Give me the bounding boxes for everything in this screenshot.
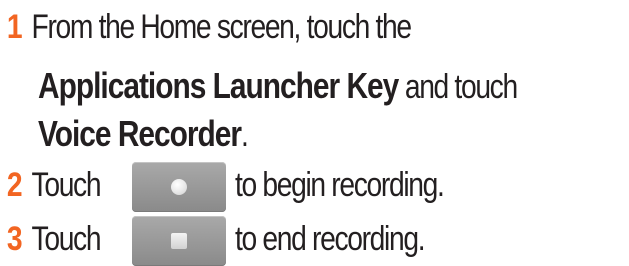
step-3-rest: to end recording. <box>235 220 426 258</box>
stop-button-icon <box>132 216 226 266</box>
step-3-touch-word: Touch <box>31 220 102 258</box>
step-1-period: . <box>241 116 249 154</box>
step-3-touch: 3 Touch <box>0 220 102 258</box>
step-1-line-3: Voice Recorder. <box>38 113 249 154</box>
step-1-line-2: Applications Launcher Key and touch <box>38 65 518 106</box>
step-3-number: 3 <box>6 220 23 258</box>
record-dot-icon <box>171 179 187 195</box>
step-2-rest: to begin recording. <box>235 166 445 204</box>
record-button-icon <box>132 162 226 212</box>
step-3-rest-text: to end recording. <box>235 220 426 258</box>
step-1-number: 1 <box>6 8 23 46</box>
step-1-line-1: 1 From the Home screen, touch the <box>0 8 413 46</box>
voice-recorder-label: Voice Recorder <box>38 113 242 154</box>
step-1-text: From the Home screen, touch the <box>31 8 413 46</box>
applications-launcher-key-label: Applications Launcher Key <box>38 65 399 106</box>
step-2-number: 2 <box>6 166 23 204</box>
step-1-and-touch: and touch <box>398 68 518 106</box>
instruction-page: 1 From the Home screen, touch the Applica… <box>0 0 629 266</box>
step-2-touch-word: Touch <box>31 166 102 204</box>
stop-square-icon <box>171 233 187 249</box>
step-2-touch: 2 Touch <box>0 166 102 204</box>
step-2-rest-text: to begin recording. <box>235 166 445 204</box>
